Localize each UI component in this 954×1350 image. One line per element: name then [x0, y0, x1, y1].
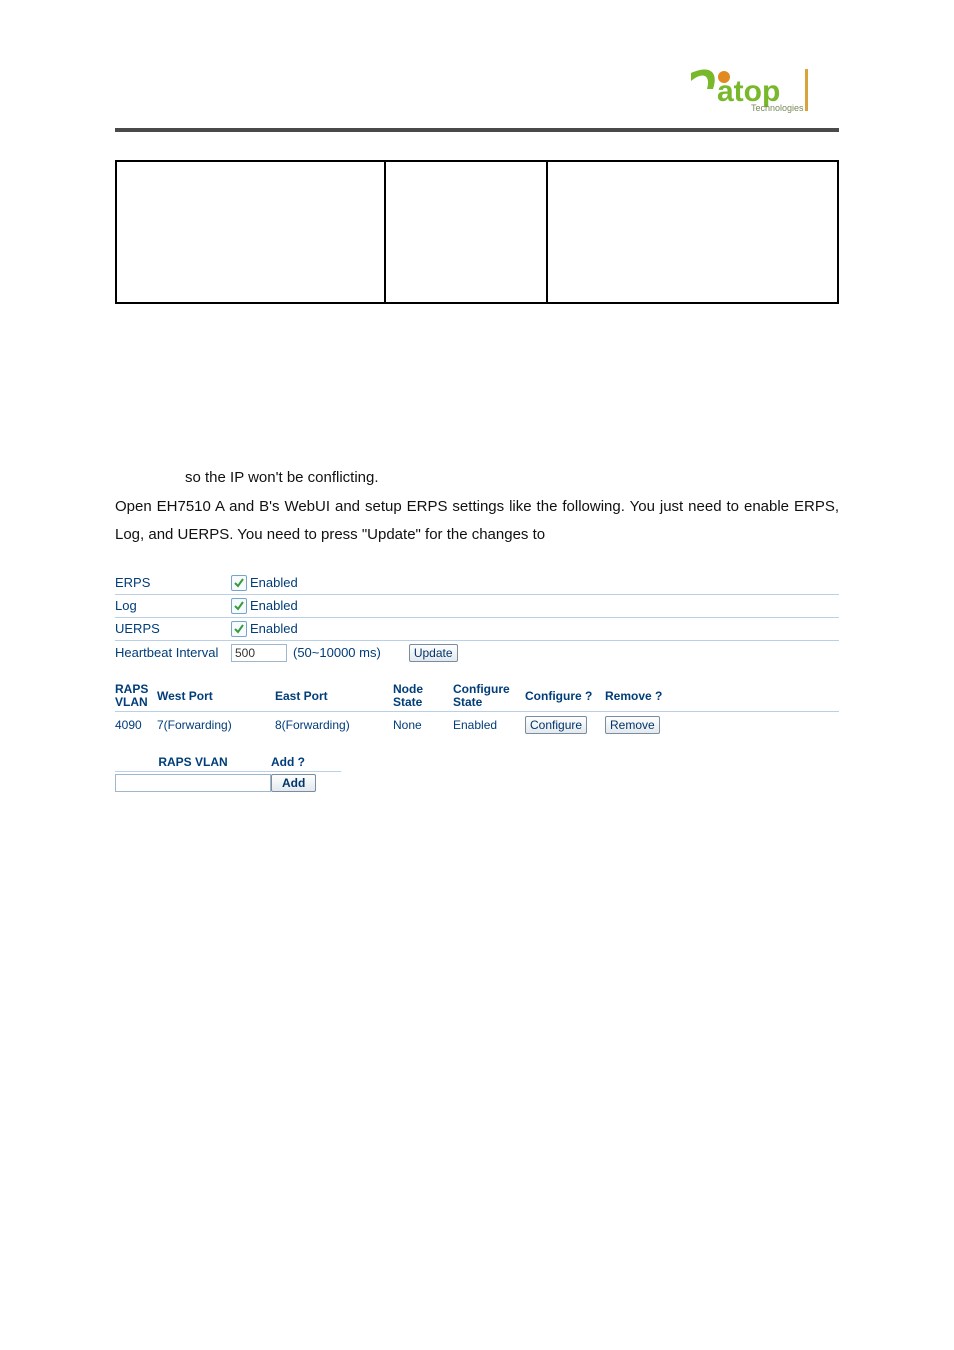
label-erps: ERPS [115, 575, 231, 590]
hdr-config-state: Configure State [453, 683, 525, 709]
header-divider [115, 128, 839, 132]
row-heartbeat: Heartbeat Interval (50~10000 ms) Update [115, 641, 839, 665]
svg-text:Technologies: Technologies [751, 103, 804, 113]
label-log: Log [115, 598, 231, 613]
row-erps: ERPS Enabled [115, 572, 839, 594]
label-uerps: UERPS [115, 621, 231, 636]
raps-vlan-input[interactable] [115, 774, 271, 792]
empty-grid-box [115, 160, 839, 304]
hdr-node-state: Node State [393, 683, 453, 709]
hdr-raps-vlan: RAPS VLAN [115, 683, 157, 709]
hdr-west-port: West Port [157, 689, 275, 703]
hdr-east-port: East Port [275, 689, 393, 703]
cell-west: 7(Forwarding) [157, 718, 275, 732]
cell-east: 8(Forwarding) [275, 718, 393, 732]
update-button[interactable]: Update [409, 644, 458, 662]
heartbeat-hint: (50~10000 ms) [293, 645, 381, 660]
hdr-raps-vlan-add: RAPS VLAN [115, 755, 271, 769]
add-raps-block: RAPS VLAN Add ? Add [115, 753, 839, 794]
hdr-configure-q: Configure ? [525, 689, 605, 703]
checkbox-log[interactable] [231, 598, 247, 614]
hdr-add-q: Add ? [271, 755, 341, 769]
caption-erps: Enabled [250, 575, 298, 590]
erps-list-table: RAPS VLAN West Port East Port Node State… [115, 683, 839, 735]
table-row: 4090 7(Forwarding) 8(Forwarding) None En… [115, 715, 839, 735]
body-text: so the IP won't be conflicting. Open EH7… [115, 464, 839, 550]
checkbox-erps[interactable] [231, 575, 247, 591]
cell-cfgstate: Enabled [453, 718, 525, 732]
checkbox-uerps[interactable] [231, 621, 247, 637]
header-logo: atop Technologies [115, 60, 839, 120]
add-button[interactable]: Add [271, 774, 316, 792]
hdr-remove-q: Remove ? [605, 689, 675, 703]
caption-log: Enabled [250, 598, 298, 613]
heartbeat-input[interactable] [231, 644, 287, 662]
remove-button[interactable]: Remove [605, 716, 660, 734]
caption-uerps: Enabled [250, 621, 298, 636]
configure-button[interactable]: Configure [525, 716, 587, 734]
row-log: Log Enabled [115, 595, 839, 617]
label-heartbeat: Heartbeat Interval [115, 645, 231, 660]
row-uerps: UERPS Enabled [115, 618, 839, 640]
cell-vlan: 4090 [115, 718, 157, 732]
text-line-2: Open EH7510 A and B's WebUI and setup ER… [115, 493, 839, 550]
cell-node: None [393, 718, 453, 732]
erps-settings-block: ERPS Enabled Log Enabled [115, 572, 839, 665]
text-line-1: so the IP won't be conflicting. [115, 464, 839, 493]
